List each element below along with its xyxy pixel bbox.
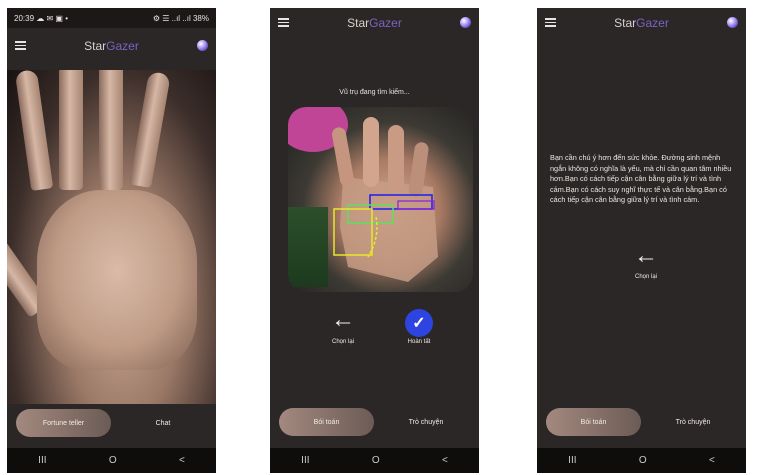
camera-preview: ▣ ⟳ (7, 70, 216, 404)
system-nav-bar: III O < (270, 448, 479, 473)
app-bar: StarGazer (7, 35, 216, 57)
home-button[interactable]: O (372, 455, 380, 466)
hand-shape (340, 177, 438, 282)
hand-finger (59, 70, 83, 190)
fortune-result-text: Bạn cần chú ý hơn đến sức khỏe. Đường si… (550, 153, 732, 205)
bottom-tabs: Bói toán Trò chuyện (270, 403, 479, 442)
home-button[interactable]: O (639, 455, 647, 466)
system-nav-bar: III O < (537, 448, 746, 473)
phone-screen-camera: 20:39 ☁ ✉ ▣ • ⚙ ☰ ..ıl ..ıl 38% StarGaze… (7, 8, 216, 473)
phone-screen-analysis: StarGazer Vũ trụ đang tìm kiếm... ← Chọn… (270, 8, 479, 473)
hand-finger (332, 127, 354, 187)
done-label: Hoàn tất (407, 339, 431, 345)
tab-fortune-teller[interactable]: Fortune teller (16, 409, 111, 437)
app-title: StarGazer (614, 16, 669, 30)
tab-fortune[interactable]: Bói toán (279, 408, 374, 436)
menu-icon[interactable] (278, 18, 289, 27)
phone-screen-result: StarGazer Bạn cần chú ý hơn đến sức khỏe… (537, 8, 746, 473)
tab-chat[interactable]: Chat (119, 409, 207, 437)
hand-finger (388, 125, 404, 191)
hand-palm (37, 190, 197, 370)
hand-finger (99, 70, 123, 190)
system-nav-bar: III O < (7, 448, 216, 473)
done-button[interactable]: ✓ (405, 309, 433, 337)
tab-fortune[interactable]: Bói toán (546, 408, 641, 436)
home-button[interactable]: O (109, 455, 117, 466)
check-icon: ✓ (412, 315, 426, 332)
app-bar: StarGazer (537, 12, 746, 34)
bottom-tabs: Bói toán Trò chuyện (537, 403, 746, 442)
menu-icon[interactable] (545, 18, 556, 27)
back-button[interactable]: < (709, 455, 715, 466)
back-button[interactable]: < (442, 455, 448, 466)
app-bar: StarGazer (270, 12, 479, 34)
recents-button[interactable]: III (568, 455, 576, 466)
status-time: 20:39 (14, 13, 35, 23)
recents-button[interactable]: III (38, 455, 46, 466)
status-left-icons: ☁ ✉ ▣ • (36, 13, 68, 23)
status-right-icons: ⚙ ☰ ..ıl ..ıl (152, 13, 191, 23)
bottom-tabs: Fortune teller Chat (7, 404, 216, 443)
status-bar: 20:39 ☁ ✉ ▣ • ⚙ ☰ ..ıl ..ıl 38% (7, 8, 216, 28)
battery-level: 38% (192, 13, 209, 23)
hand-finger (363, 117, 379, 187)
tab-chat[interactable]: Trò chuyện (649, 408, 737, 436)
planet-icon[interactable] (727, 17, 738, 28)
app-title: StarGazer (347, 16, 402, 30)
back-button[interactable]: < (179, 455, 185, 466)
palm-detection-image (288, 107, 473, 292)
planet-icon[interactable] (197, 40, 208, 51)
hand-detection-svg (332, 117, 438, 282)
recents-button[interactable]: III (301, 455, 309, 466)
app-title: StarGazer (84, 39, 139, 53)
back-label: Chọn lại (331, 339, 354, 345)
planet-icon[interactable] (460, 17, 471, 28)
tab-chat[interactable]: Trò chuyện (382, 408, 470, 436)
back-label: Chọn lại (634, 274, 657, 280)
loading-caption: Vũ trụ đang tìm kiếm... (339, 89, 410, 96)
menu-icon[interactable] (15, 41, 26, 50)
arrow-left-icon[interactable]: ← (330, 308, 356, 335)
arrow-left-icon[interactable]: ← (633, 244, 659, 271)
